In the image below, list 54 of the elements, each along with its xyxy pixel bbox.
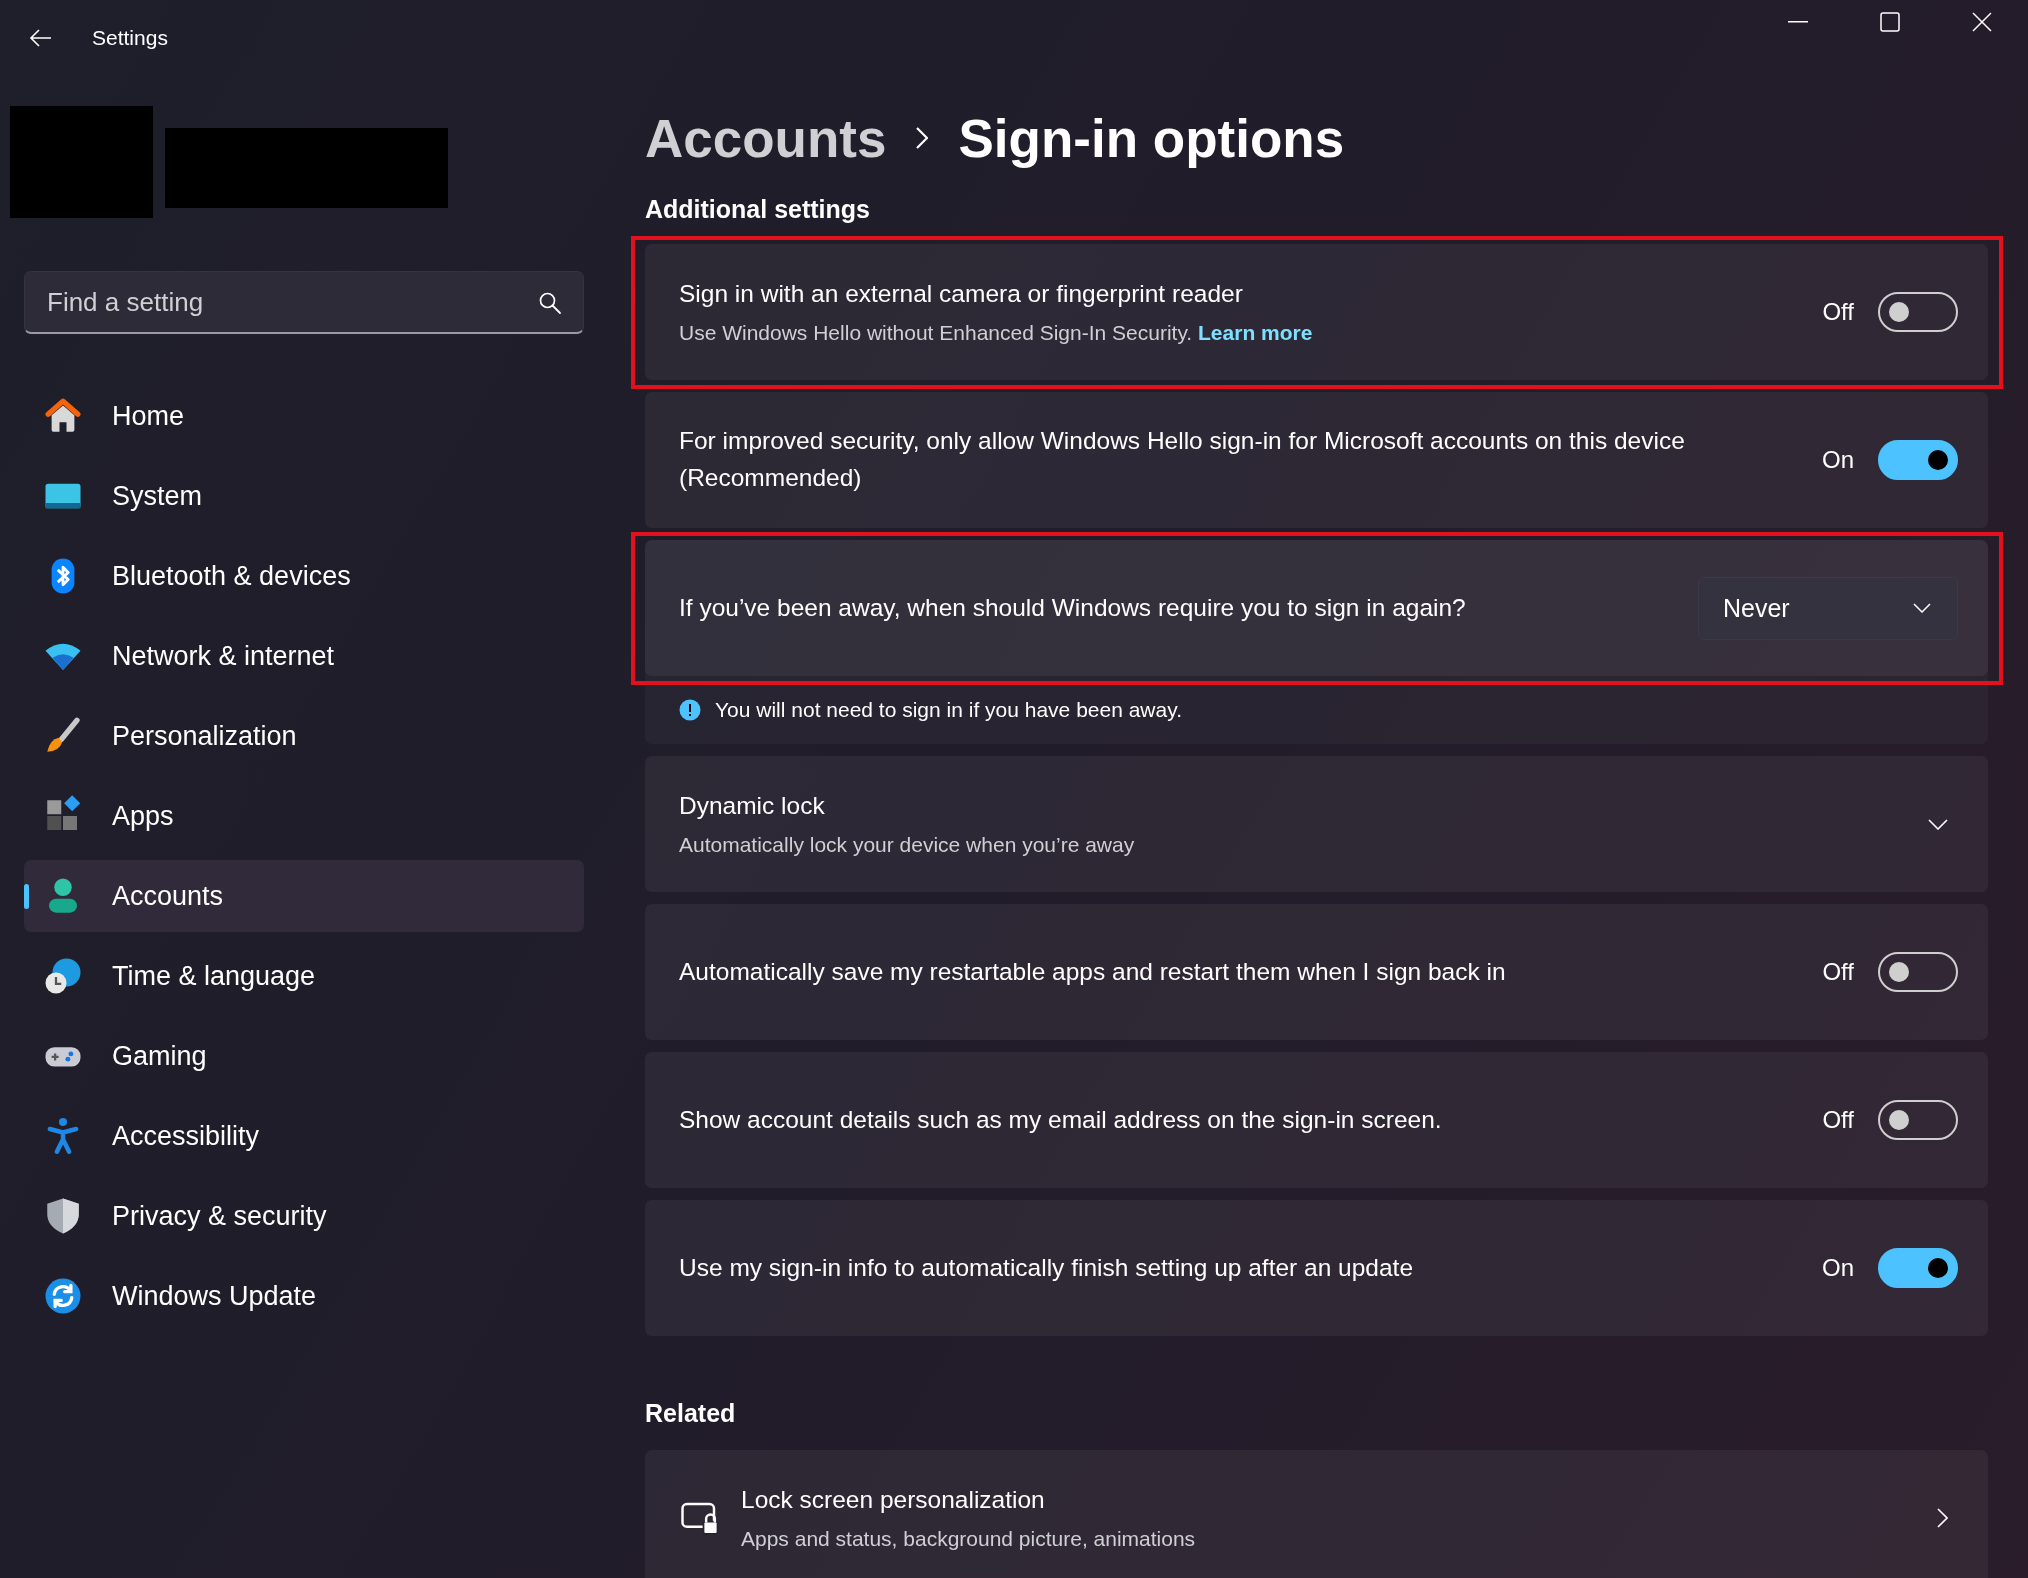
nav-item[interactable]: Privacy & security — [24, 1180, 584, 1252]
minimize-icon — [1788, 21, 1808, 23]
window-title: Settings — [92, 26, 168, 50]
setting-title: Show account details such as my email address on the sign-in screen. — [679, 1104, 1443, 1135]
search-field[interactable]: Find a setting — [24, 271, 584, 334]
toggle-switch[interactable] — [1878, 1248, 1958, 1288]
setting-title: For improved security, only allow Windows Hello sign-in for Microsoft accounts on this device (Recommended) — [679, 426, 1686, 493]
chevron-down-icon — [1913, 603, 1931, 613]
setting-title: Lock screen personalization — [741, 1485, 1046, 1516]
search-icon — [538, 291, 562, 315]
setting-card[interactable]: Dynamic lock Automatically lock your device when you’re away — [645, 756, 1988, 892]
setting-title: Sign in with an external camera or fingerprint reader — [679, 279, 1244, 310]
nav-item[interactable]: Accessibility — [24, 1100, 584, 1172]
nav-item[interactable]: Accounts — [24, 860, 584, 932]
toggle-switch[interactable] — [1878, 1100, 1958, 1140]
page-title: Sign-in options — [958, 107, 1345, 169]
toggle-state-label: Off — [1822, 1106, 1854, 1134]
selection-indicator — [24, 884, 29, 909]
section-heading: Related — [645, 1398, 737, 1428]
nav-item[interactable]: System — [24, 460, 584, 532]
learn-more-link[interactable]: Learn more — [1198, 321, 1313, 345]
toggle-state-label: Off — [1822, 958, 1854, 986]
nav-item[interactable]: Windows Update — [24, 1260, 584, 1332]
nav-item[interactable]: Bluetooth & devices — [24, 540, 584, 612]
chevron-right-icon — [1937, 1508, 1948, 1528]
timeout-dropdown[interactable]: Never — [1698, 576, 1958, 640]
chevron-right-icon — [916, 127, 929, 149]
setting-title: Use my sign-in info to automatically finish setting up after an update — [679, 1252, 1415, 1283]
close-icon — [1972, 12, 1992, 32]
breadcrumb-parent[interactable]: Accounts — [645, 107, 887, 169]
nav-item[interactable]: Apps — [24, 780, 584, 852]
toggle-switch[interactable] — [1878, 440, 1958, 480]
setting-title: Dynamic lock — [679, 791, 826, 822]
toggle-switch[interactable] — [1878, 292, 1958, 332]
info-icon — [679, 699, 701, 721]
toggle-switch[interactable] — [1878, 952, 1958, 992]
setting-card[interactable]: Lock screen personalization Apps and status, background picture, animations — [645, 1450, 1988, 1578]
toggle-state-label: Off — [1822, 298, 1854, 326]
setting-description: Use Windows Hello without Enhanced Sign-In Security. Learn more — [679, 320, 1314, 347]
nav-item[interactable]: Gaming — [24, 1020, 584, 1092]
setting-description: Automatically lock your device when you’re away — [679, 832, 1136, 859]
info-message: You will not need to sign in if you have been away. — [715, 698, 1182, 722]
back-arrow-icon — [29, 28, 53, 48]
toggle-state-label: On — [1822, 446, 1854, 474]
nav-item[interactable]: Personalization — [24, 700, 584, 772]
setting-description: Apps and status, background picture, animations — [741, 1526, 1197, 1553]
maximize-icon — [1880, 12, 1900, 32]
nav-item[interactable]: Home — [24, 380, 584, 452]
setting-title: Automatically save my restartable apps and restart them when I sign back in — [679, 956, 1507, 987]
nav-item[interactable]: Network & internet — [24, 620, 584, 692]
nav-item[interactable]: Time & language — [24, 940, 584, 1012]
section-heading: Additional settings — [645, 194, 871, 224]
setting-title: If you’ve been away, when should Windows require you to sign in again? — [679, 592, 1467, 623]
toggle-state-label: On — [1822, 1254, 1854, 1282]
